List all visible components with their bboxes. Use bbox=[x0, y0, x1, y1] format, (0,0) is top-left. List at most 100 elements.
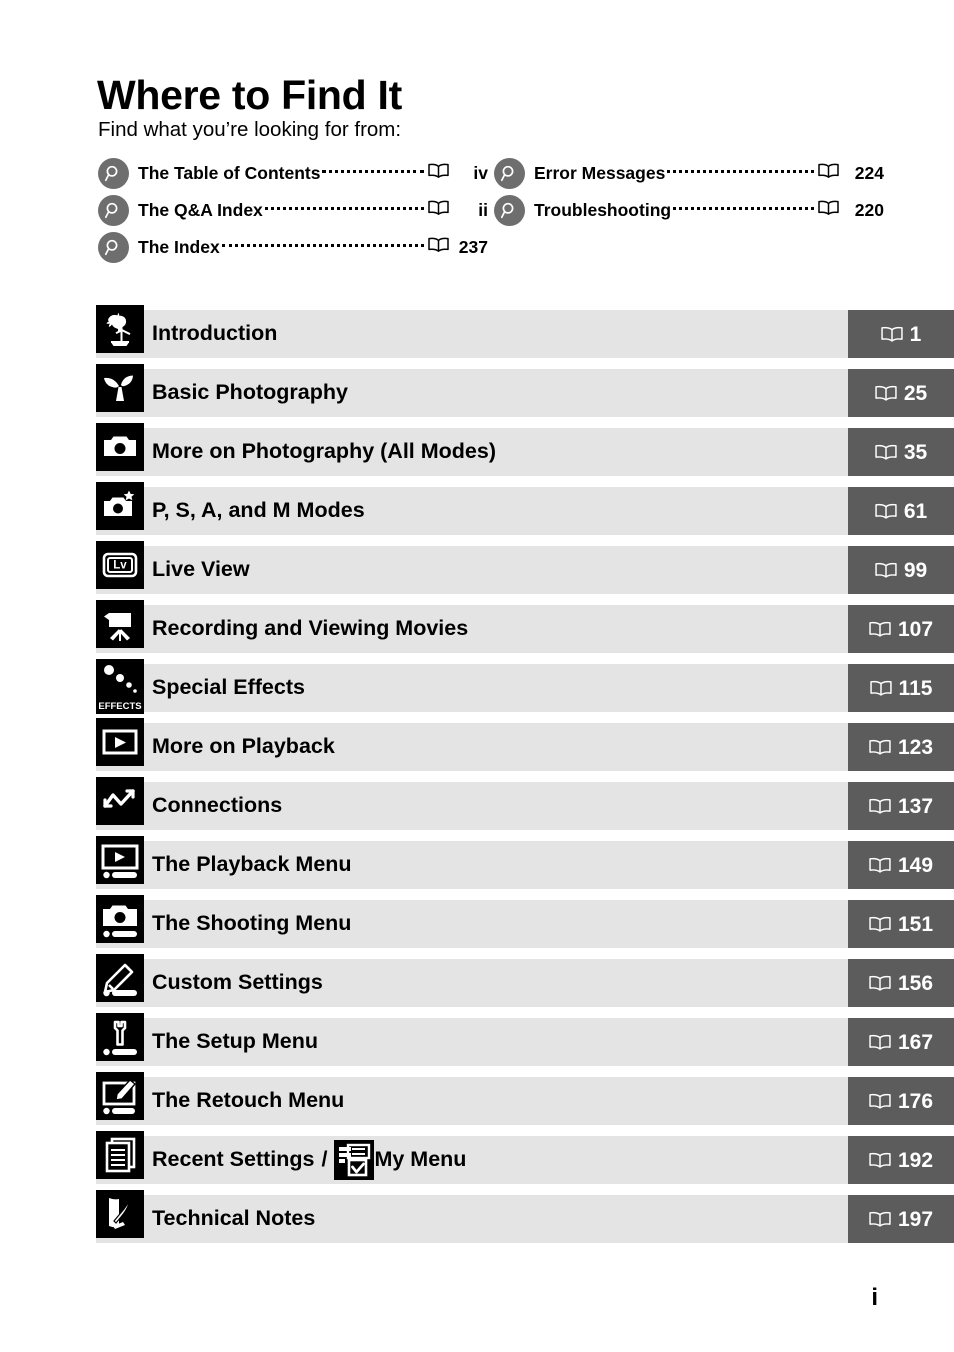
chapter-title: P, S, A, and M Modes bbox=[152, 498, 365, 523]
chapter-page-box[interactable]: 167 bbox=[848, 1018, 954, 1066]
search-icon bbox=[98, 158, 129, 189]
find-link-page: ii bbox=[478, 200, 488, 220]
dot-leader bbox=[221, 243, 424, 247]
chapter-page-box[interactable]: 149 bbox=[848, 841, 954, 889]
chapter-title: The Playback Menu bbox=[152, 852, 352, 877]
page-subtitle: Find what you’re looking for from: bbox=[98, 118, 402, 141]
chapter-row[interactable]: Basic Photography 25 bbox=[96, 364, 954, 417]
book-icon bbox=[869, 1034, 891, 1050]
chapter-page-box[interactable]: 151 bbox=[848, 900, 954, 948]
chapter-title: Recording and Viewing Movies bbox=[152, 616, 469, 641]
find-link-troubleshooting[interactable]: Troubleshooting 220 bbox=[494, 192, 884, 229]
chapter-title-group: Recent Settings / My Menu bbox=[152, 1140, 466, 1180]
document-page: Where to Find It Find what you’re lookin… bbox=[0, 0, 954, 1352]
chapter-page-number: 1 bbox=[909, 322, 922, 346]
chapter-page-box[interactable]: 176 bbox=[848, 1077, 954, 1125]
chapter-row[interactable]: More on Playback 123 bbox=[96, 718, 954, 771]
camera-star-icon bbox=[96, 482, 144, 530]
book-icon bbox=[869, 680, 892, 696]
find-link-label: The Table of Contents bbox=[138, 163, 321, 183]
chapter-row[interactable]: The Setup Menu 167 bbox=[96, 1013, 954, 1066]
chapter-page-box[interactable]: 35 bbox=[848, 428, 954, 476]
chapter-row[interactable]: Introduction 1 bbox=[96, 305, 954, 358]
chapter-row[interactable]: Connections 137 bbox=[96, 777, 954, 830]
book-icon bbox=[869, 975, 891, 991]
chapter-page-number: 176 bbox=[897, 1089, 934, 1113]
chapter-page-number: 25 bbox=[903, 381, 928, 405]
chapter-title: More on Playback bbox=[152, 734, 335, 759]
chapter-page-box[interactable]: 197 bbox=[848, 1195, 954, 1243]
chapter-page-box[interactable]: 192 bbox=[848, 1136, 954, 1184]
book-icon bbox=[875, 562, 897, 578]
chapter-page-number: 149 bbox=[897, 853, 934, 877]
chapter-row[interactable]: Lv Live View 99 bbox=[96, 541, 954, 594]
chapter-row[interactable]: Custom Settings 156 bbox=[96, 954, 954, 1007]
chapter-row[interactable]: The Retouch Menu 176 bbox=[96, 1072, 954, 1125]
chapter-title: Custom Settings bbox=[152, 970, 323, 995]
find-link-index[interactable]: The Index 237 bbox=[98, 229, 488, 266]
find-link-qa-index[interactable]: The Q&A Index ii bbox=[98, 192, 488, 229]
chapter-title: Technical Notes bbox=[152, 1206, 316, 1231]
chapter-page-box[interactable]: 115 bbox=[848, 664, 954, 712]
dot-leader bbox=[673, 206, 814, 210]
dot-leader bbox=[667, 169, 814, 173]
chapter-page-box[interactable]: 25 bbox=[848, 369, 954, 417]
svg-text:Lv: Lv bbox=[113, 560, 127, 572]
chapter-row[interactable]: EFFECTS Special Effects 115 bbox=[96, 659, 954, 714]
book-icon bbox=[428, 200, 449, 220]
dot-leader bbox=[322, 169, 424, 173]
quill-notes-icon bbox=[96, 1190, 144, 1238]
playback-icon bbox=[96, 718, 144, 766]
chapter-page-box[interactable]: 61 bbox=[848, 487, 954, 535]
search-icon bbox=[494, 195, 525, 226]
book-icon bbox=[818, 200, 839, 220]
find-link-error-messages[interactable]: Error Messages 224 bbox=[494, 155, 884, 192]
search-icon bbox=[98, 195, 129, 226]
page-folio: i bbox=[871, 1284, 878, 1311]
book-icon bbox=[869, 916, 891, 932]
book-icon bbox=[428, 163, 449, 183]
connections-icon bbox=[96, 777, 144, 825]
chapter-row[interactable]: Technical Notes 197 bbox=[96, 1190, 954, 1243]
camera-icon bbox=[96, 423, 144, 471]
book-icon bbox=[818, 163, 839, 183]
find-link-table-of-contents[interactable]: The Table of Contents iv bbox=[98, 155, 488, 192]
chapter-row[interactable]: P, S, A, and M Modes 61 bbox=[96, 482, 954, 535]
search-icon bbox=[494, 158, 525, 189]
chapter-page-box[interactable]: 99 bbox=[848, 546, 954, 594]
chapter-row[interactable]: Recording and Viewing Movies 107 bbox=[96, 600, 954, 653]
chapter-page-number: 123 bbox=[897, 735, 934, 759]
find-link-page: 237 bbox=[458, 237, 488, 257]
chapter-row[interactable]: The Shooting Menu 151 bbox=[96, 895, 954, 948]
chapter-page-number: 137 bbox=[897, 794, 934, 818]
find-links-left-column: The Table of Contents iv The Q&A Index i… bbox=[98, 155, 488, 266]
chapter-title: Recent Settings bbox=[152, 1147, 315, 1172]
chapter-page-number: 107 bbox=[897, 617, 934, 641]
chapter-page-number: 197 bbox=[897, 1207, 934, 1231]
chapter-row[interactable]: The Playback Menu 149 bbox=[96, 836, 954, 889]
sprouting-plant-icon bbox=[96, 364, 144, 412]
find-link-label: The Q&A Index bbox=[138, 200, 263, 220]
book-icon bbox=[869, 739, 891, 755]
chapter-page-box[interactable]: 137 bbox=[848, 782, 954, 830]
chapter-page-box[interactable]: 1 bbox=[848, 310, 954, 358]
find-links-right-column: Error Messages 224 Troubleshooting 220 bbox=[494, 155, 884, 229]
chapter-page-box[interactable]: 123 bbox=[848, 723, 954, 771]
chapter-page-number: 115 bbox=[898, 676, 933, 700]
chapter-title: The Retouch Menu bbox=[152, 1088, 345, 1113]
chapter-title: More on Photography (All Modes) bbox=[152, 439, 496, 464]
title-separator: / bbox=[321, 1147, 328, 1172]
chapter-page-number: 156 bbox=[897, 971, 934, 995]
movie-camera-icon bbox=[96, 600, 144, 648]
chapter-title: Special Effects bbox=[152, 675, 305, 700]
chapter-list: Introduction 1 Basic Photography 25 More… bbox=[96, 305, 954, 1254]
find-link-page: iv bbox=[473, 163, 488, 183]
chapter-page-box[interactable]: 156 bbox=[848, 959, 954, 1007]
chapter-row[interactable]: Recent Settings / My Menu 192 bbox=[96, 1131, 954, 1184]
chapter-row[interactable]: More on Photography (All Modes) 35 bbox=[96, 423, 954, 476]
book-icon bbox=[428, 237, 449, 257]
chapter-title: The Setup Menu bbox=[152, 1029, 319, 1054]
chapter-page-number: 35 bbox=[903, 440, 928, 464]
chapter-page-number: 192 bbox=[897, 1148, 934, 1172]
chapter-page-box[interactable]: 107 bbox=[848, 605, 954, 653]
